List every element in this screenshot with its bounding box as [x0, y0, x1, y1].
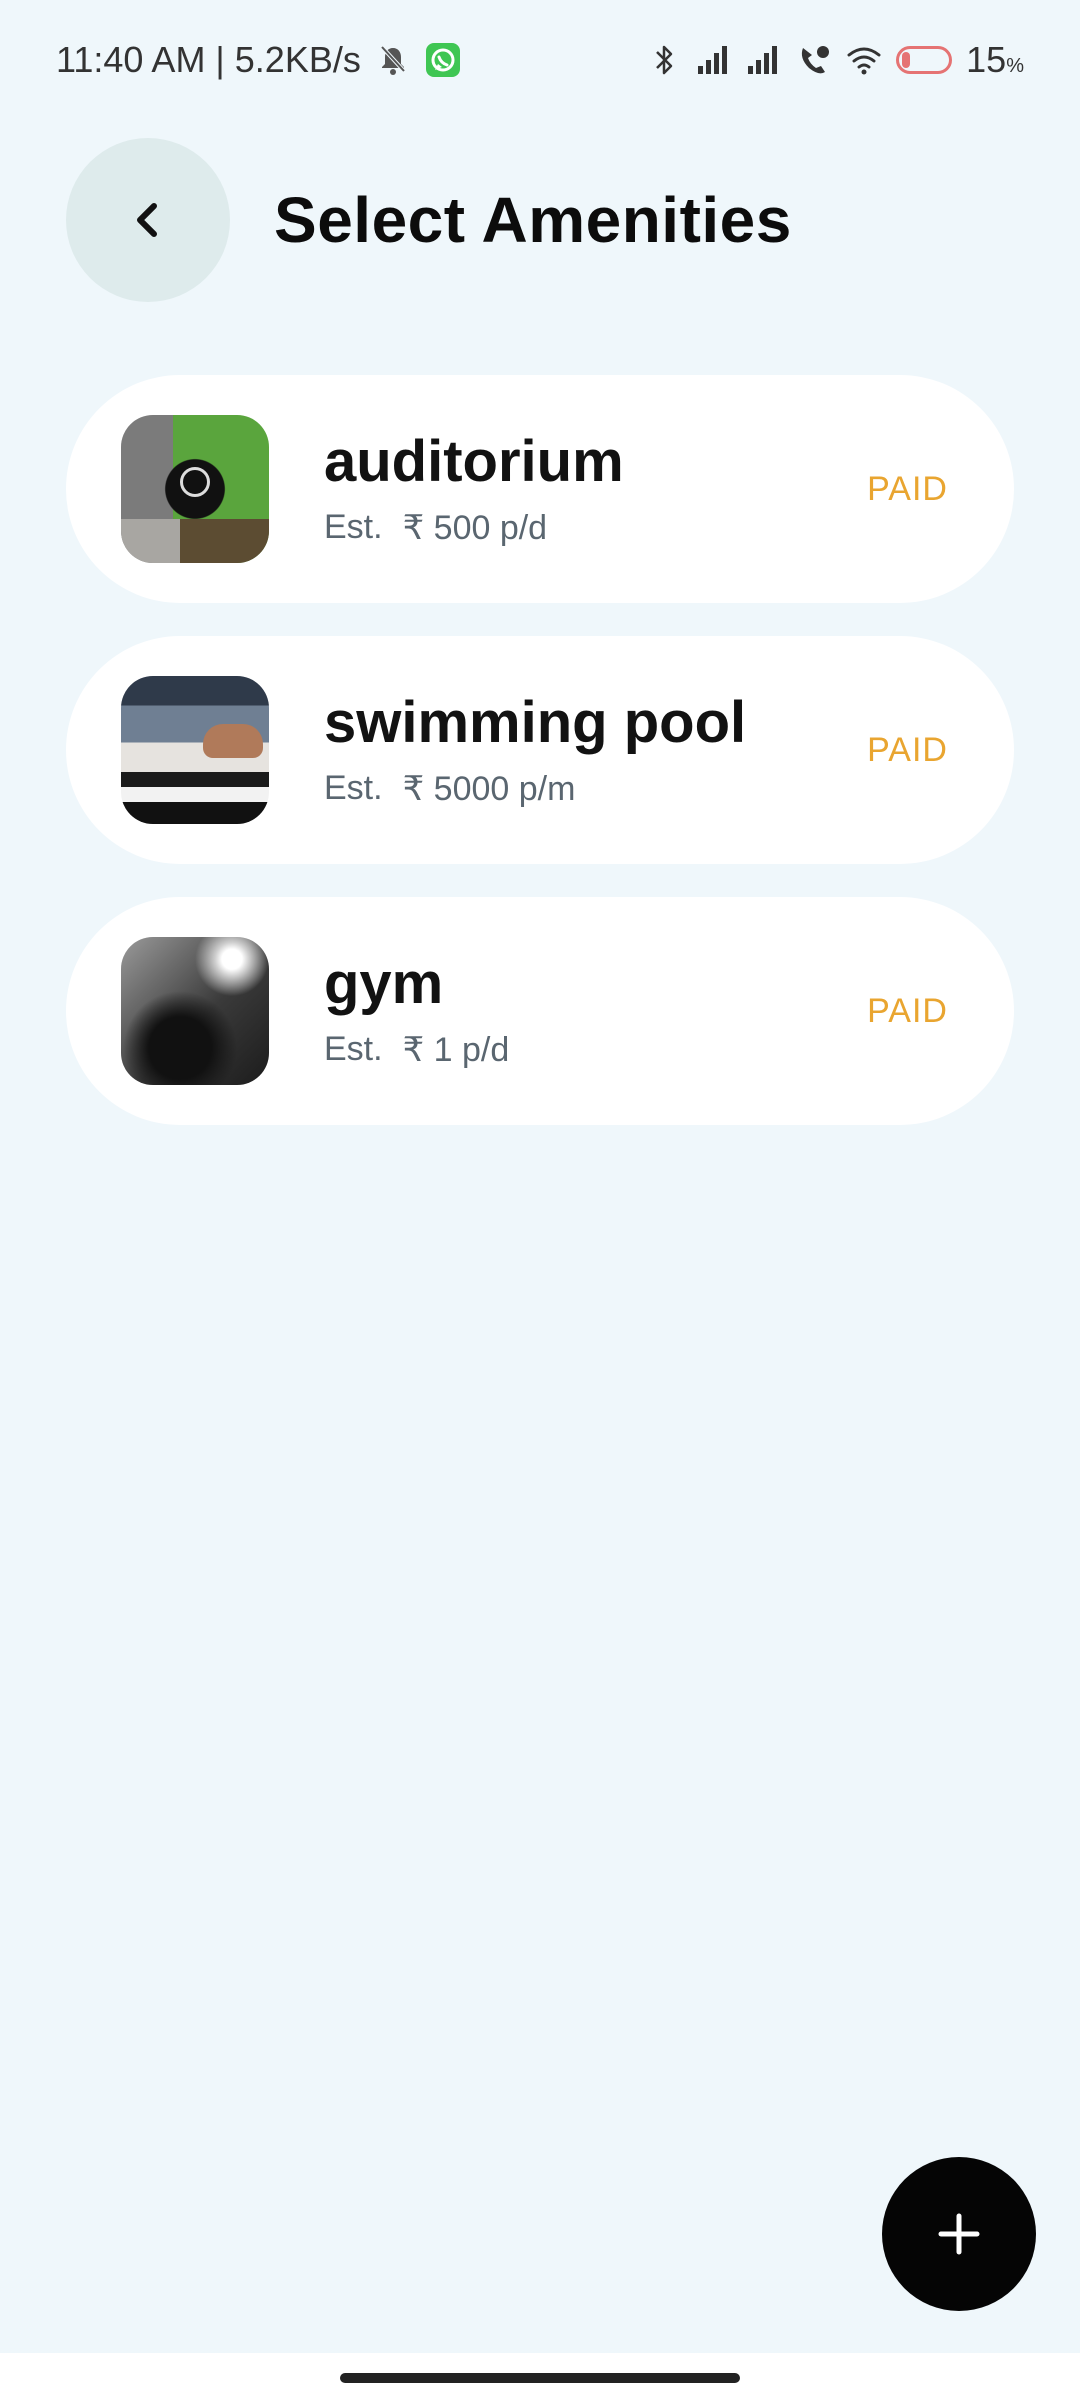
logo-icon: [180, 467, 210, 497]
amenity-info: swimming pool Est. ₹ 5000 p/m: [324, 691, 867, 809]
amenity-thumbnail: [121, 676, 269, 824]
call-icon: [796, 42, 832, 78]
est-label: Est.: [324, 1029, 383, 1068]
signal-icon: [696, 42, 732, 78]
amenity-thumbnail: [121, 937, 269, 1085]
paid-badge: PAID: [867, 730, 948, 769]
est-label: Est.: [324, 507, 383, 546]
amenity-price: Est. ₹ 500 p/d: [324, 508, 867, 548]
page-title: Select Amenities: [274, 184, 792, 256]
est-label: Est.: [324, 768, 383, 807]
plus-icon: [938, 2213, 980, 2255]
amenity-name: auditorium: [324, 429, 624, 495]
signal-icon: [746, 42, 782, 78]
amenity-card-auditorium[interactable]: auditorium Est. ₹ 500 p/d PAID: [66, 375, 1014, 603]
whatsapp-icon: [425, 42, 461, 78]
amenity-price: Est. ₹ 5000 p/m: [324, 769, 867, 809]
amenity-list: auditorium Est. ₹ 500 p/d PAID swimming …: [66, 375, 1014, 1158]
price-value: ₹ 1 p/d: [402, 1030, 510, 1069]
back-button[interactable]: [66, 138, 230, 302]
price-value: ₹ 5000 p/m: [402, 769, 576, 808]
status-right: 15%: [646, 39, 1024, 81]
status-bar: 11:40 AM | 5.2KB/s 15%: [0, 0, 1080, 120]
battery-icon: [896, 46, 953, 74]
home-indicator[interactable]: [340, 2373, 740, 2383]
status-time: 11:40 AM | 5.2KB/s: [56, 39, 361, 80]
amenity-card-gym[interactable]: gym Est. ₹ 1 p/d PAID: [66, 897, 1014, 1125]
wifi-icon: [846, 42, 882, 78]
chevron-left-icon: [137, 203, 157, 237]
paid-badge: PAID: [867, 469, 948, 508]
paid-badge: PAID: [867, 991, 948, 1030]
status-left: 11:40 AM | 5.2KB/s: [56, 39, 461, 81]
page-header: Select Amenities: [66, 138, 792, 302]
amenity-thumbnail: [121, 415, 269, 563]
amenity-card-swimming-pool[interactable]: swimming pool Est. ₹ 5000 p/m PAID: [66, 636, 1014, 864]
add-amenity-button[interactable]: [882, 2157, 1036, 2311]
amenity-price: Est. ₹ 1 p/d: [324, 1030, 867, 1070]
amenity-info: gym Est. ₹ 1 p/d: [324, 952, 867, 1070]
bluetooth-icon: [646, 42, 682, 78]
amenity-name: gym: [324, 951, 444, 1017]
battery-percent: 15%: [966, 39, 1024, 80]
amenity-name: swimming pool: [324, 690, 747, 756]
mute-bell-icon: [375, 42, 411, 78]
amenity-info: auditorium Est. ₹ 500 p/d: [324, 430, 867, 548]
battery-level: [902, 52, 910, 68]
price-value: ₹ 500 p/d: [402, 508, 548, 547]
